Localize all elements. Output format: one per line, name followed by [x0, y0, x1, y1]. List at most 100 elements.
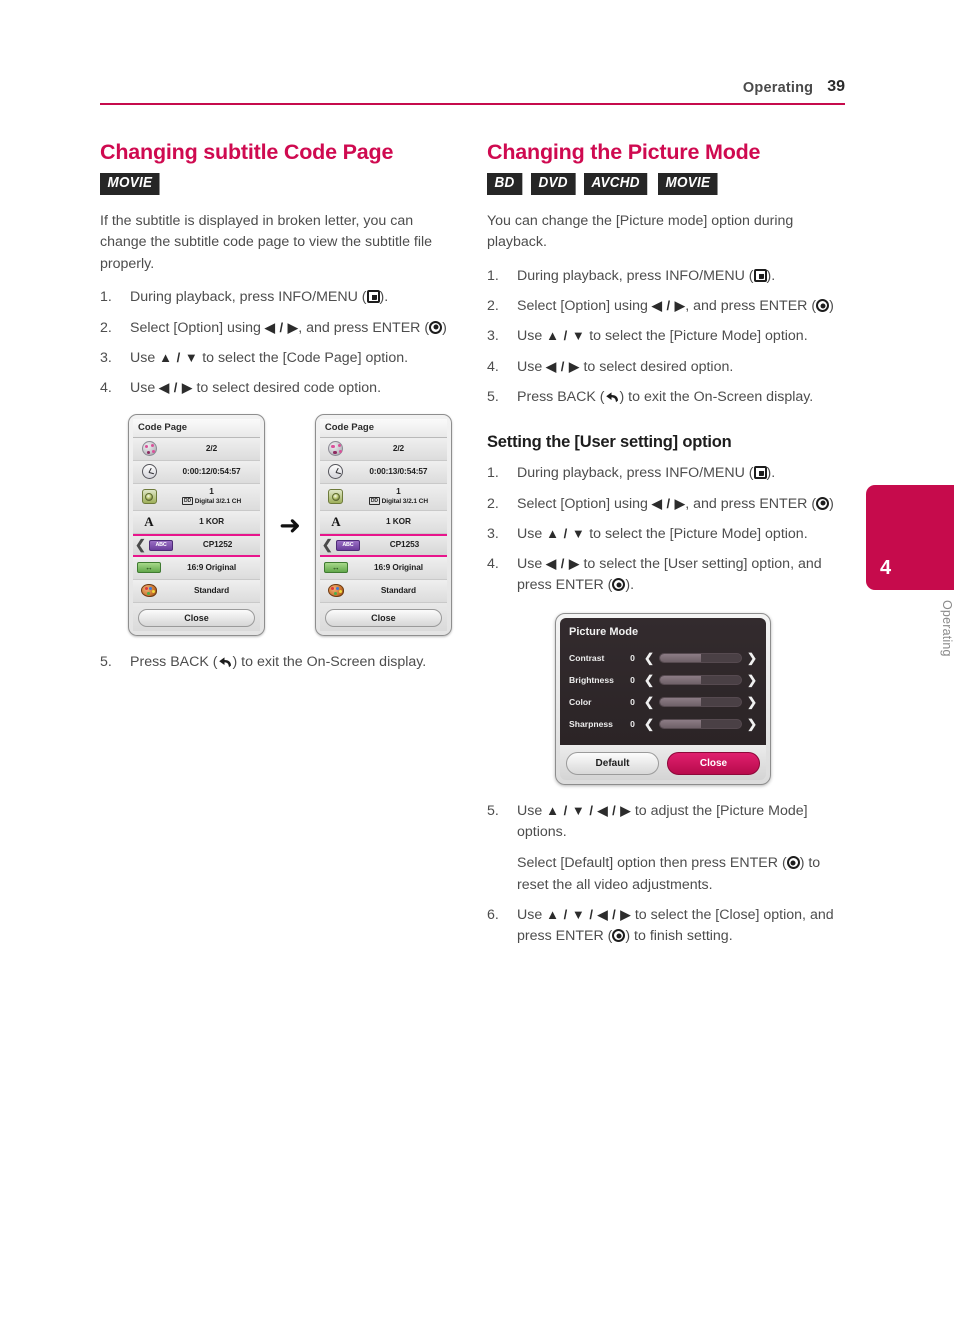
- osd-row-code-page[interactable]: ❮ ABC CP1253: [319, 533, 447, 557]
- step-item: 4. Use ◀ / ▶ to select desired code opti…: [100, 378, 452, 399]
- nav-arrows-icon: ▲ / ▼: [159, 349, 199, 365]
- step-number: 1.: [487, 465, 499, 482]
- nav-arrows-icon: ▲ / ▼ / ◀ / ▶: [546, 802, 631, 818]
- enter-icon: [786, 856, 800, 870]
- subsection-steps-after-list: 5. Use ▲ / ▼ / ◀ / ▶ to adjust the [Pict…: [487, 801, 839, 844]
- chevron-left-icon[interactable]: ❮: [644, 718, 654, 730]
- step-text-post: ): [829, 495, 834, 512]
- step-number: 4.: [487, 556, 499, 573]
- right-media-badges: BD DVD AVCHD MOVIE: [487, 173, 839, 195]
- dolby-digital-icon: DD: [181, 497, 193, 506]
- osd-row-subtitle: A 1 KOR: [319, 510, 447, 534]
- osd-title: Code Page: [319, 418, 447, 438]
- nav-arrows-icon: ▲ / ▼ / ◀ / ▶: [546, 906, 631, 922]
- slider-label: Brightness: [569, 674, 614, 685]
- chevron-right-icon[interactable]: ❯: [747, 674, 757, 686]
- slider-label: Contrast: [569, 652, 605, 663]
- osd-row-value: 1 KOR: [386, 515, 411, 526]
- osd-close-button[interactable]: Close: [324, 608, 442, 627]
- media-badge-dvd: DVD: [530, 173, 575, 195]
- chevron-left-icon[interactable]: ❮: [644, 652, 654, 664]
- note-text-pre: Select [Default] option then press ENTER…: [517, 855, 787, 872]
- osd-title: Code Page: [133, 418, 261, 438]
- nav-arrows-icon: ◀ / ▶: [546, 556, 580, 572]
- step-text-pre: Select [Option] using: [130, 319, 265, 336]
- aspect-ratio-icon: ↔: [323, 562, 349, 573]
- subtitle-A-icon: A: [331, 514, 341, 529]
- chapter-side-label: Operating: [940, 600, 954, 657]
- chevron-left-icon[interactable]: ❮: [322, 537, 333, 553]
- default-button[interactable]: Default: [566, 751, 659, 775]
- slider-track[interactable]: [659, 718, 742, 729]
- chevron-left-icon[interactable]: ❮: [135, 537, 146, 553]
- osd-close-button[interactable]: Close: [138, 608, 256, 627]
- left-steps-list: 1. During playback, press INFO/MENU (). …: [100, 287, 452, 399]
- step-text-pre: Use: [517, 525, 547, 542]
- chevron-right-icon[interactable]: ❯: [747, 718, 757, 730]
- step-text-post: ) to exit the On-Screen display.: [232, 653, 427, 670]
- close-button[interactable]: Close: [667, 751, 760, 775]
- osd-panel-before: Code Page 2/2 0:00:12/0:54:57 1 DD Digit…: [128, 413, 266, 636]
- osd-row-value: 16:9 Original: [187, 561, 237, 572]
- right-steps-list: 1. During playback, press INFO/MENU (). …: [487, 266, 839, 411]
- step-number: 6.: [487, 906, 499, 923]
- slider-row-brightness[interactable]: Brightness 0 ❮ ❯: [569, 669, 757, 691]
- disc-audio-icon: [136, 489, 162, 504]
- step-item: 5. Press BACK () to exit the On-Screen d…: [487, 387, 839, 411]
- slider-value: 0: [630, 674, 635, 685]
- slider-row-sharpness[interactable]: Sharpness 0 ❮ ❯: [569, 713, 757, 735]
- enter-icon: [816, 496, 830, 510]
- chevron-right-icon[interactable]: ❯: [747, 652, 757, 664]
- step-text-post: ).: [766, 465, 776, 482]
- enter-icon: [612, 929, 626, 943]
- osd-row-subtitle: A 1 KOR: [133, 510, 261, 534]
- film-reel-icon: [323, 441, 349, 456]
- chapter-number: 4: [880, 557, 892, 579]
- step-number: 5.: [100, 653, 112, 670]
- picture-mode-dialog: Picture Mode Contrast 0 ❮ ❯ Brightness 0…: [555, 612, 771, 785]
- osd-row-code-page[interactable]: ❮ ABC CP1252: [133, 533, 261, 557]
- default-note-paragraph: Select [Default] option then press ENTER…: [517, 853, 839, 896]
- step-item: 3. Use ▲ / ▼ to select the [Code Page] o…: [100, 348, 452, 369]
- step-text-mid: , and press ENTER (: [298, 319, 430, 336]
- step-item: 5. Press BACK () to exit the On-Screen d…: [100, 652, 452, 676]
- step-text-mid: to select the [Picture Mode] option.: [585, 328, 808, 345]
- step-text-pre: Press BACK (: [517, 388, 605, 405]
- media-badge-avchd: AVCHD: [584, 173, 648, 195]
- osd-panel-after: Code Page 2/2 0:00:13/0:54:57 1 DD Digit…: [314, 413, 452, 636]
- slider-row-contrast[interactable]: Contrast 0 ❮ ❯: [569, 647, 757, 669]
- chevron-left-icon[interactable]: ❮: [644, 696, 654, 708]
- clock-icon: [136, 464, 162, 479]
- nav-arrows-icon: ◀ / ▶: [651, 298, 686, 314]
- slider-track[interactable]: [659, 696, 742, 707]
- step-item: 2. Select [Option] using ◀ / ▶, and pres…: [487, 494, 839, 515]
- right-section-title: Changing the Picture Mode: [487, 140, 761, 164]
- picture-mode-title: Picture Mode: [569, 625, 639, 638]
- step-text-post: ): [829, 298, 834, 315]
- chevron-right-icon[interactable]: ❯: [747, 696, 757, 708]
- chevron-left-icon[interactable]: ❮: [644, 674, 654, 686]
- step-text-pre: Use: [130, 380, 160, 397]
- osd-row-subvalue: Digital 3/2.1 CH: [381, 498, 429, 506]
- osd-row-value: 2/2: [205, 442, 218, 453]
- osd-row-aspect-ratio: ↔ 16:9 Original: [319, 556, 447, 580]
- slider-label: Color: [569, 696, 592, 707]
- osd-row-chapter: 2/2: [319, 437, 447, 461]
- abc-badge-label: ABC: [149, 539, 173, 551]
- osd-row-value: CP1252: [202, 539, 233, 550]
- step-item: 4. Use ◀ / ▶ to select desired option.: [487, 357, 839, 378]
- step-number: 5.: [487, 388, 499, 405]
- chapter-side-tab: 4: [866, 485, 954, 590]
- slider-track[interactable]: [659, 674, 742, 685]
- step-number: 2.: [100, 319, 112, 336]
- step-item: 2. Select [Option] using ◀ / ▶, and pres…: [487, 296, 839, 317]
- left-final-step-list: 5. Press BACK () to exit the On-Screen d…: [100, 652, 452, 676]
- slider-value: 0: [630, 652, 635, 663]
- enter-icon: [429, 320, 443, 334]
- slider-row-color[interactable]: Color 0 ❮ ❯: [569, 691, 757, 713]
- step-number: 1.: [100, 289, 112, 306]
- slider-track[interactable]: [659, 652, 742, 663]
- osd-row-time: 0:00:12/0:54:57: [133, 460, 261, 484]
- home-icon: [366, 290, 380, 304]
- step-number: 3.: [487, 525, 499, 542]
